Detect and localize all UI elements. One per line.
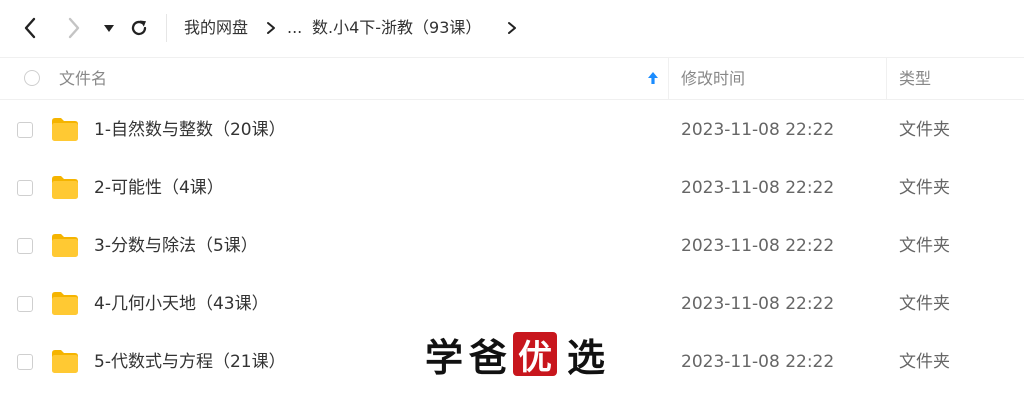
breadcrumb-root[interactable]: 我的网盘 [184,17,248,39]
breadcrumb-ellipsis[interactable]: ... [287,17,302,39]
file-name[interactable]: 3-分数与除法（5课） [94,217,258,275]
table-row[interactable]: 4-几何小天地（43课） 2023-11-08 22:22 文件夹 [0,275,1024,333]
file-name[interactable]: 4-几何小天地（43课） [94,275,269,333]
watermark-char: 选 [567,335,606,380]
file-modified-time: 2023-11-08 22:22 [681,294,835,314]
forward-button[interactable] [60,14,88,42]
folder-icon [52,234,78,257]
column-divider [668,58,669,99]
table-row[interactable]: 1-自然数与整数（20课） 2023-11-08 22:22 文件夹 [0,101,1024,159]
folder-icon [52,118,78,141]
breadcrumb-separator-icon [264,18,278,38]
toolbar-divider [166,14,167,42]
watermark-seal: 优 [513,332,558,378]
row-checkbox[interactable] [17,122,33,138]
column-header-name[interactable]: 文件名 [59,58,107,99]
folder-icon [52,292,78,315]
folder-icon [52,350,78,373]
file-modified-time: 2023-11-08 22:22 [681,236,835,256]
back-button[interactable] [16,14,44,42]
file-type: 文件夹 [899,236,950,256]
row-checkbox[interactable] [17,354,33,370]
forward-arrow-icon [68,17,80,39]
select-all-checkbox[interactable] [24,70,40,86]
file-name[interactable]: 2-可能性（4课） [94,159,224,217]
file-type: 文件夹 [899,352,950,372]
watermark-logo: 学 爸 优 选 [425,330,611,380]
breadcrumb-current: 数.小4下-浙教（93课） [312,18,482,37]
sort-asc-icon[interactable] [647,70,661,88]
column-header-type[interactable]: 类型 [899,58,931,99]
table-row[interactable]: 3-分数与除法（5课） 2023-11-08 22:22 文件夹 [0,217,1024,275]
file-modified-time: 2023-11-08 22:22 [681,120,835,140]
file-type: 文件夹 [899,294,950,314]
file-name[interactable]: 5-代数式与方程（21课） [94,333,286,391]
watermark-char: 爸 [469,335,508,380]
back-arrow-icon [24,17,36,39]
history-dropdown-button[interactable] [95,14,123,42]
column-header-modified[interactable]: 修改时间 [681,58,745,99]
breadcrumb-more-icon[interactable] [505,18,519,38]
column-divider [886,58,887,99]
row-checkbox[interactable] [17,180,33,196]
refresh-icon [131,20,147,36]
file-type: 文件夹 [899,178,950,198]
table-row[interactable]: 2-可能性（4课） 2023-11-08 22:22 文件夹 [0,159,1024,217]
watermark-char: 学 [425,335,464,380]
file-name[interactable]: 1-自然数与整数（20课） [94,101,286,159]
refresh-button[interactable] [125,14,153,42]
table-header: 文件名 修改时间 类型 [0,57,1024,100]
folder-icon [52,176,78,199]
file-modified-time: 2023-11-08 22:22 [681,352,835,372]
row-checkbox[interactable] [17,238,33,254]
file-type: 文件夹 [899,120,950,140]
dropdown-caret-icon [104,25,114,32]
file-modified-time: 2023-11-08 22:22 [681,178,835,198]
row-checkbox[interactable] [17,296,33,312]
toolbar: 我的网盘 ... 数.小4下-浙教（93课） [0,0,1024,56]
